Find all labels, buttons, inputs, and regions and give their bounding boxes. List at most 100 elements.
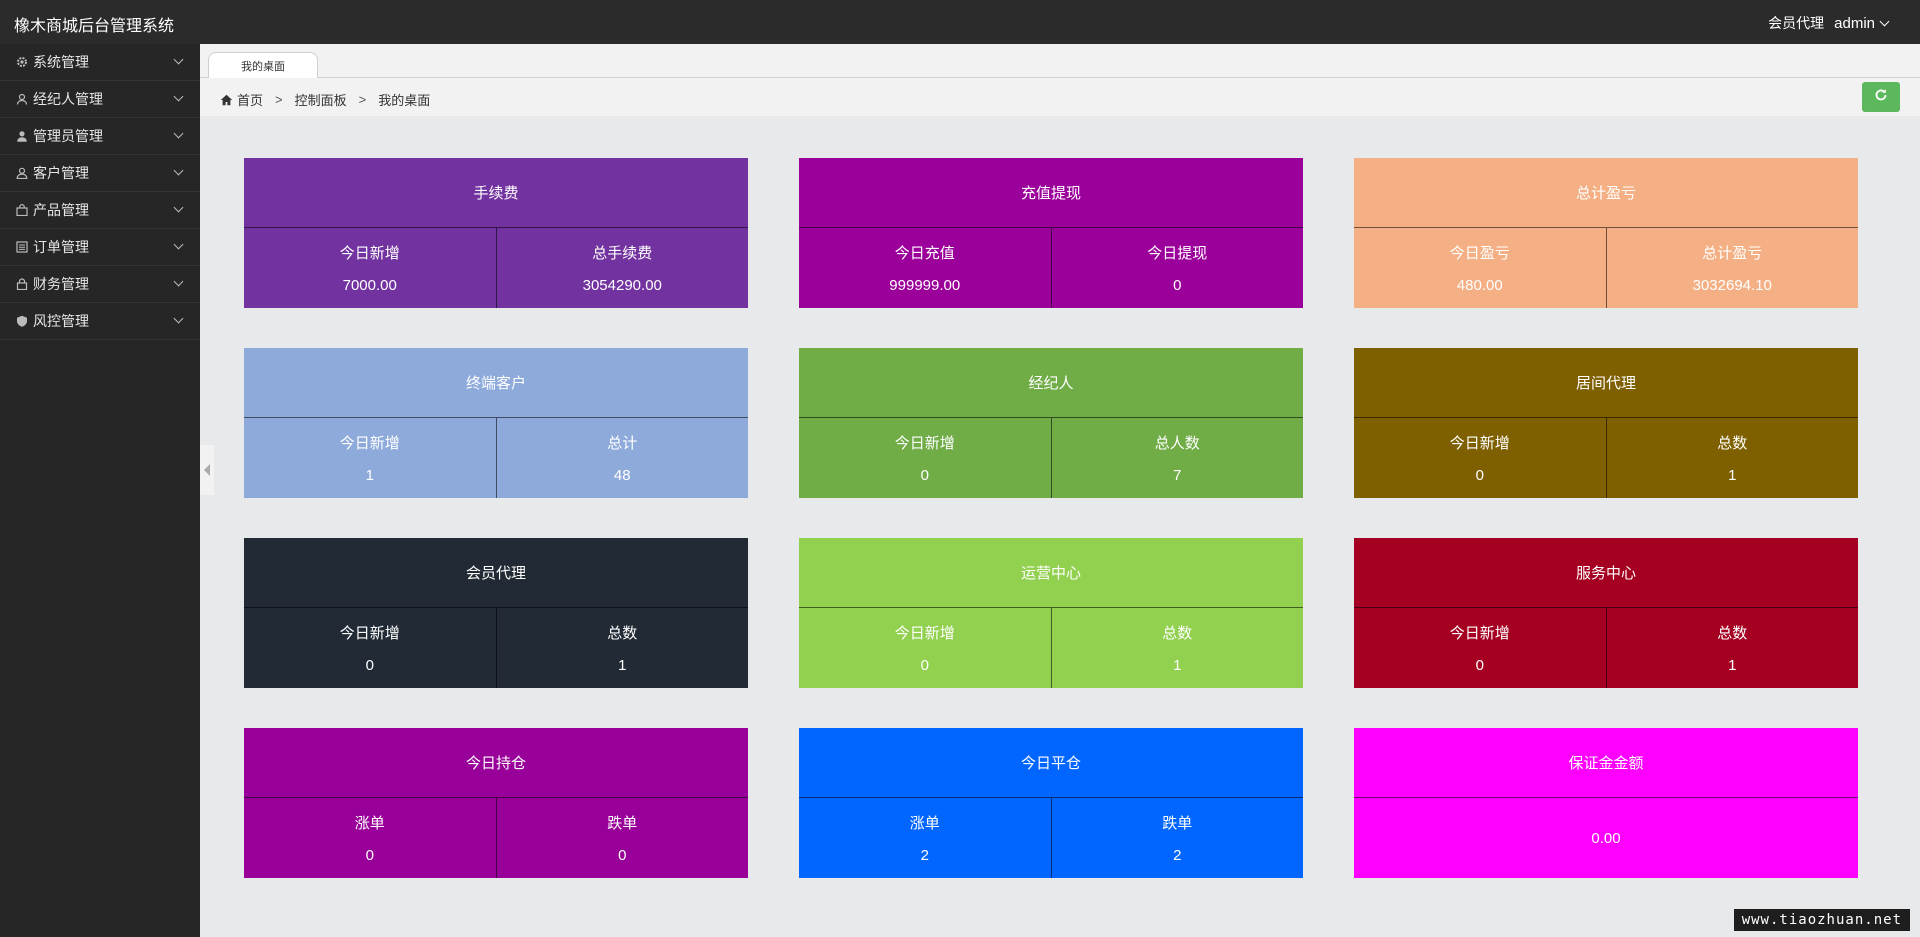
card-margin-amount: 保证金金额 0.00 (1354, 728, 1858, 878)
sidebar-item-label: 客户管理 (33, 165, 89, 181)
admin-user-icon (15, 129, 29, 143)
stat-value: 48 (613, 467, 631, 484)
card-title: 保证金金额 (1354, 728, 1858, 798)
card-title: 总计盈亏 (1354, 158, 1858, 228)
user-menu[interactable]: admin (1834, 15, 1890, 32)
stat-label: 跌单 (607, 815, 638, 832)
sidebar-item-label: 产品管理 (33, 202, 89, 218)
chevron-down-icon (1879, 16, 1890, 26)
stat-label: 今日新增 (894, 435, 955, 452)
stat-value: 1 (1728, 657, 1737, 674)
stat-value: 2 (920, 847, 929, 864)
card-title: 服务中心 (1354, 538, 1858, 608)
stat-value: 0 (1475, 657, 1484, 674)
sidebar-item-customer[interactable]: 客户管理 (0, 155, 200, 192)
sidebar-item-product[interactable]: 产品管理 (0, 192, 200, 229)
stat-label: 涨单 (909, 815, 940, 832)
sidebar-item-admin[interactable]: 管理员管理 (0, 118, 200, 155)
sidebar-item-finance[interactable]: 财务管理 (0, 266, 200, 303)
card-title: 经纪人 (799, 348, 1303, 418)
stat-value: 3054290.00 (582, 277, 662, 294)
stat-label: 总数 (1162, 625, 1193, 642)
stat-label: 总数 (607, 625, 638, 642)
stat-value: 0 (618, 847, 627, 864)
card-fee: 手续费 今日新增 7000.00 总手续费 3054290.00 (244, 158, 748, 308)
stat-cell: 总数 1 (1050, 608, 1304, 688)
stat-cell: 总手续费 3054290.00 (495, 228, 749, 308)
sidebar-item-system[interactable]: 系统管理 (0, 44, 200, 81)
breadcrumb: 首页 > 控制面板 > 我的桌面 (220, 90, 430, 109)
stat-label: 今日提现 (1147, 245, 1208, 262)
stat-value: 1 (618, 657, 627, 674)
customer-icon (15, 166, 29, 180)
breadcrumb-current: 我的桌面 (378, 93, 431, 108)
stat-value: 0 (365, 657, 374, 674)
stat-value: 7000.00 (342, 277, 397, 294)
gear-icon (15, 55, 29, 69)
card-intermediary-agents: 居间代理 今日新增 0 总数 1 (1354, 348, 1858, 498)
stat-cell: 今日新增 0 (1354, 418, 1606, 498)
stat-cell: 今日新增 0 (799, 608, 1051, 688)
stat-label: 总数 (1717, 625, 1748, 642)
tab-my-desktop[interactable]: 我的桌面 (208, 52, 318, 79)
stat-value: 0 (1173, 277, 1182, 294)
watermark: www.tiaozhuan.net (1733, 909, 1910, 931)
product-bag-icon (15, 203, 29, 217)
sidebar-item-order[interactable]: 订单管理 (0, 229, 200, 266)
lock-icon (15, 277, 29, 291)
sidebar-item-risk[interactable]: 风控管理 (0, 303, 200, 340)
sidebar-item-label: 财务管理 (33, 276, 89, 292)
card-title: 手续费 (244, 158, 748, 228)
sidebar-item-broker[interactable]: 经纪人管理 (0, 81, 200, 118)
stat-value: 1 (365, 467, 374, 484)
card-member-agents: 会员代理 今日新增 0 总数 1 (244, 538, 748, 688)
user-area: 会员代理 admin (1768, 13, 1890, 33)
stat-label: 总计盈亏 (1702, 245, 1763, 262)
shield-icon (15, 314, 29, 328)
stat-cell: 今日新增 0 (244, 608, 496, 688)
stat-label: 今日新增 (339, 435, 400, 452)
stat-value: 0 (365, 847, 374, 864)
stat-label: 总数 (1717, 435, 1748, 452)
stat-label: 今日新增 (339, 245, 400, 262)
stat-value: 0 (920, 467, 929, 484)
stat-label: 今日新增 (894, 625, 955, 642)
card-title: 会员代理 (244, 538, 748, 608)
chevron-down-icon (173, 313, 184, 324)
sidebar-collapse-handle[interactable] (200, 445, 214, 495)
stat-cell: 今日新增 0 (1354, 608, 1606, 688)
card-title: 今日平仓 (799, 728, 1303, 798)
stat-cell: 总数 1 (1605, 418, 1859, 498)
breadcrumb-separator: > (358, 92, 367, 107)
stat-value: 1 (1173, 657, 1182, 674)
stat-value: 2 (1173, 847, 1182, 864)
sidebar: 系统管理 经纪人管理 管理员管理 客户管理 产品管理 订单管理 财务管理 风控管… (0, 44, 200, 937)
stat-cell: 跌单 0 (495, 798, 749, 878)
stat-cell: 今日充值 999999.00 (799, 228, 1051, 308)
chevron-down-icon (173, 54, 184, 65)
card-title: 充值提现 (799, 158, 1303, 228)
refresh-icon (1874, 88, 1888, 107)
stat-cell: 总数 1 (1605, 608, 1859, 688)
breadcrumb-home[interactable]: 首页 (237, 90, 263, 109)
card-title: 终端客户 (244, 348, 748, 418)
card-title: 运营中心 (799, 538, 1303, 608)
stat-value: 999999.00 (889, 277, 961, 294)
card-deposit-withdraw: 充值提现 今日充值 999999.00 今日提现 0 (799, 158, 1303, 308)
refresh-button[interactable] (1862, 82, 1900, 112)
stat-value: 0 (1475, 467, 1484, 484)
role-label: 会员代理 (1768, 15, 1825, 31)
chevron-down-icon (173, 276, 184, 287)
stat-cell: 0.00 (1354, 798, 1858, 878)
sidebar-item-label: 风控管理 (33, 313, 89, 329)
stat-cell: 涨单 0 (244, 798, 496, 878)
breadcrumb-separator: > (275, 92, 283, 107)
stat-cell: 今日新增 7000.00 (244, 228, 496, 308)
card-service-center: 服务中心 今日新增 0 总数 1 (1354, 538, 1858, 688)
stat-cell: 今日新增 0 (799, 418, 1051, 498)
chevron-down-icon (173, 239, 184, 250)
broker-icon (15, 92, 29, 106)
breadcrumb-control-panel[interactable]: 控制面板 (295, 90, 347, 109)
stat-value: 3032694.10 (1692, 277, 1772, 294)
card-total-profit-loss: 总计盈亏 今日盈亏 480.00 总计盈亏 3032694.10 (1354, 158, 1858, 308)
